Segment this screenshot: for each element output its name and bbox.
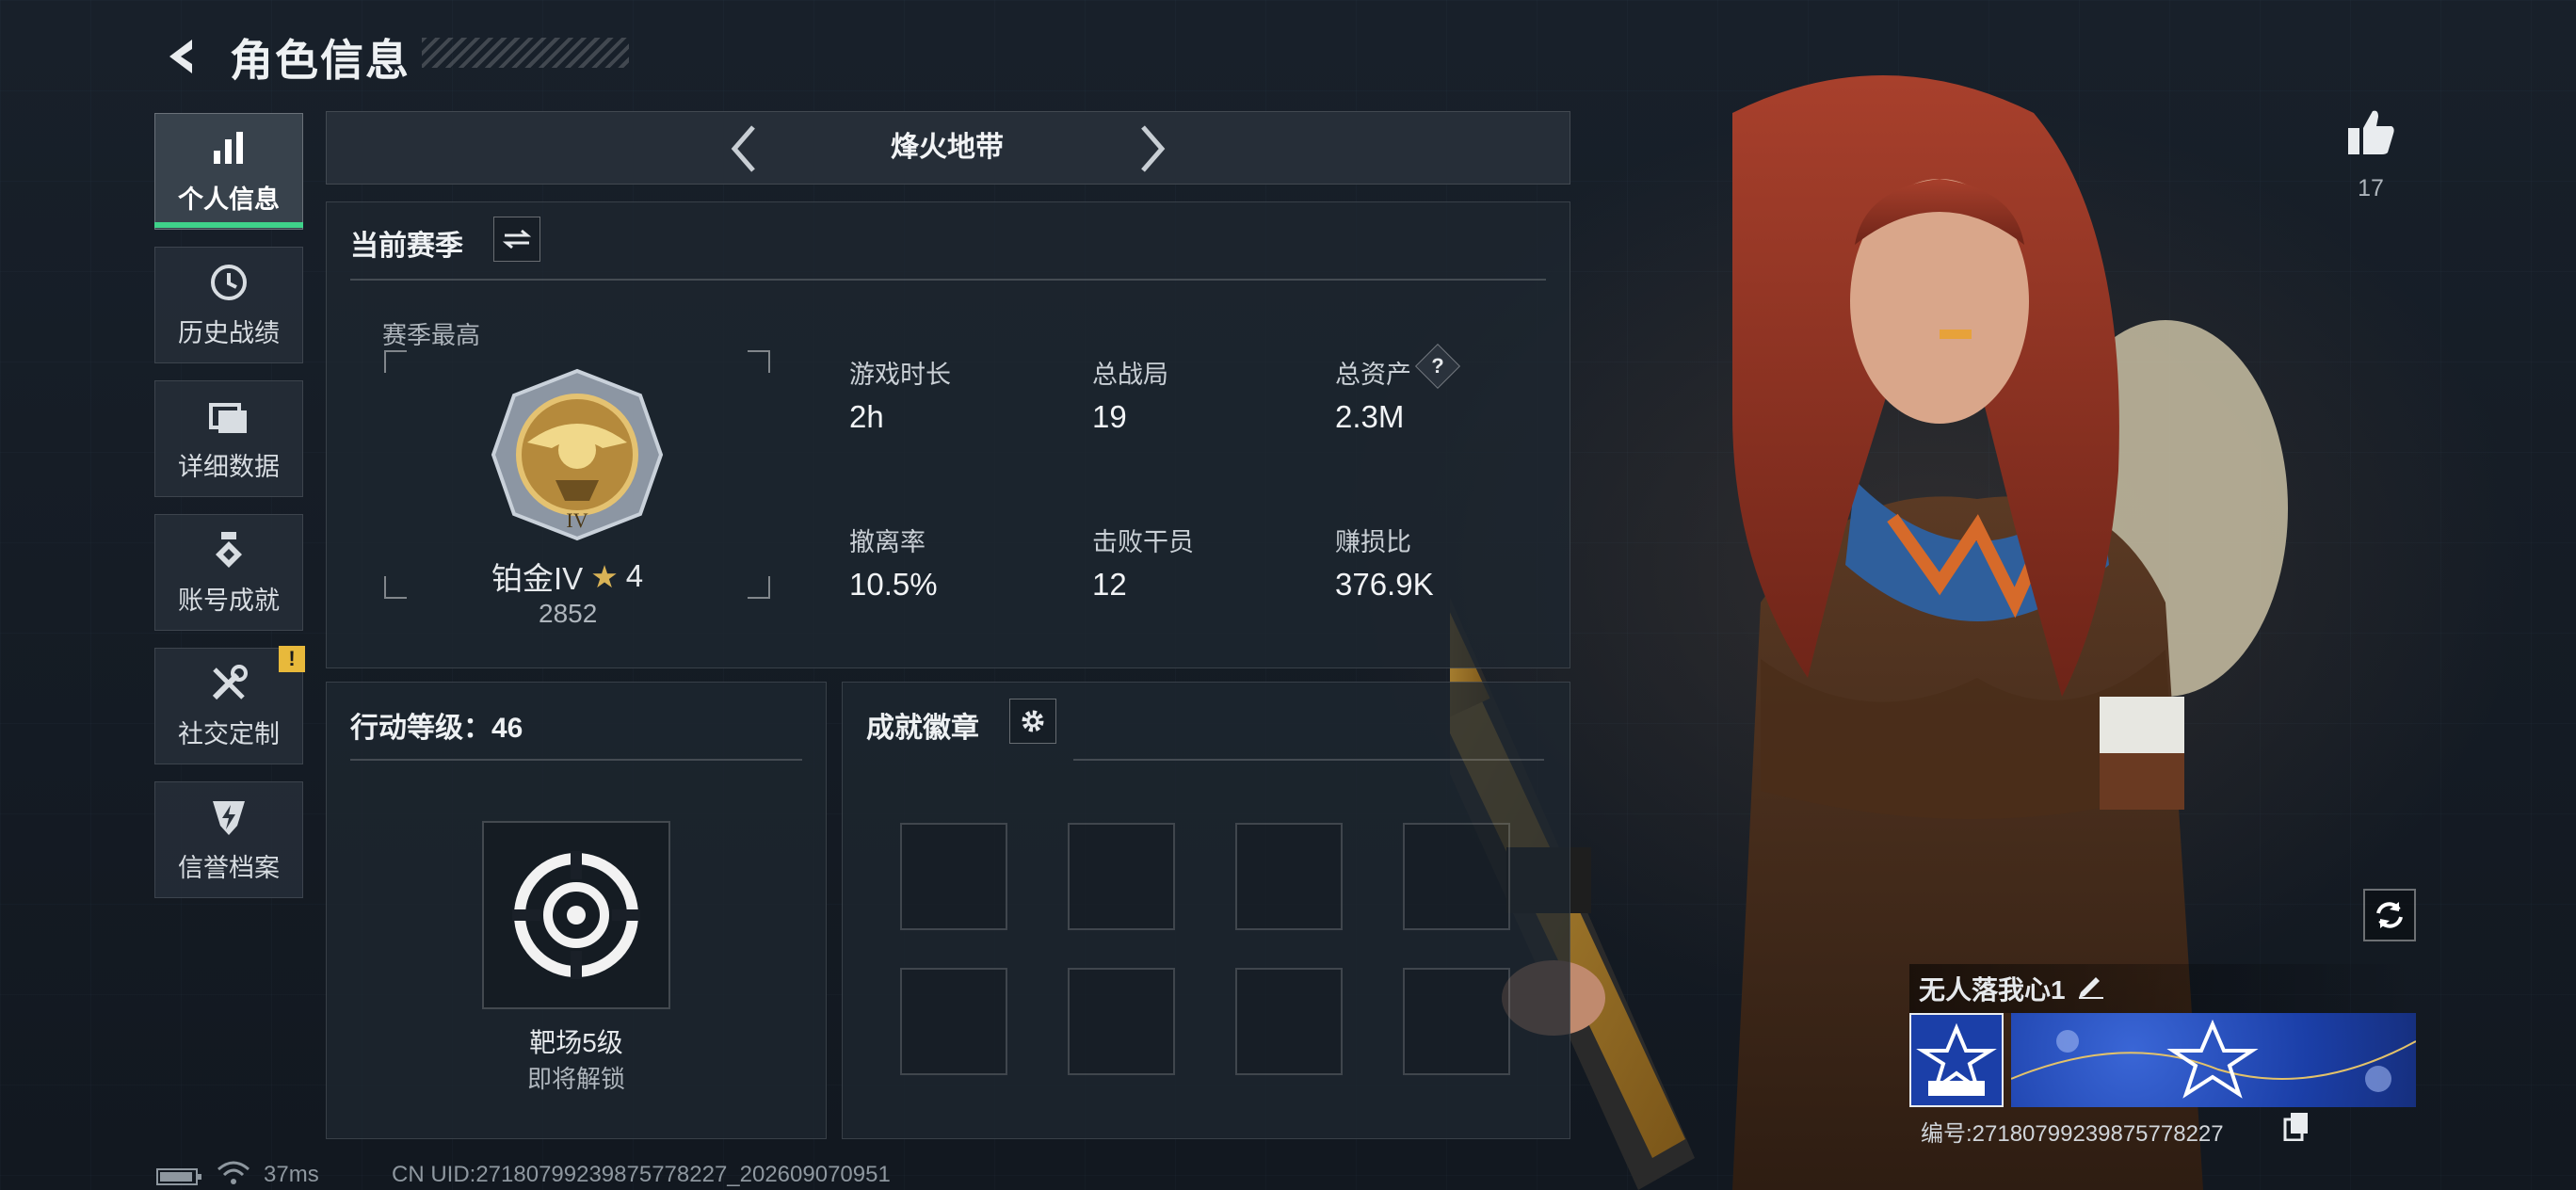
divider bbox=[350, 279, 1546, 281]
sidebar-item-label: 账号成就 bbox=[178, 586, 280, 615]
sidebar-item-label: 社交定制 bbox=[178, 719, 280, 748]
like-button[interactable] bbox=[2344, 105, 2397, 158]
medal-icon bbox=[208, 529, 250, 571]
help-icon: ? bbox=[1431, 354, 1444, 378]
target-icon bbox=[512, 851, 640, 979]
thumbs-up-icon bbox=[2348, 110, 2394, 154]
chevron-left-icon bbox=[731, 125, 755, 172]
cn-uid: CN UID:27180799239875778227_202609070951 bbox=[392, 1162, 891, 1187]
sidebar-item-detailed-data[interactable]: 详细数据 bbox=[154, 380, 303, 497]
sidebar-item-achievements[interactable]: 账号成就 bbox=[154, 514, 303, 631]
battery-icon bbox=[156, 1168, 201, 1185]
stat-value: 2h bbox=[849, 399, 884, 434]
mode-next-button[interactable] bbox=[1130, 121, 1177, 177]
shield-bolt-icon bbox=[208, 796, 250, 838]
platinum-rank-emblem: IV bbox=[491, 368, 664, 541]
badge-slot[interactable] bbox=[1068, 823, 1175, 930]
badge-slot[interactable] bbox=[900, 823, 1007, 930]
history-clock-icon bbox=[208, 262, 250, 303]
mode-prev-button[interactable] bbox=[719, 121, 766, 177]
stat-label: 游戏时长 bbox=[849, 361, 951, 389]
stat-value: 10.5% bbox=[849, 567, 938, 602]
action-level-title: 行动等级：46 bbox=[350, 713, 523, 744]
bar-chart-icon bbox=[208, 128, 250, 169]
stat-value: 12 bbox=[1092, 567, 1127, 602]
team-banner[interactable] bbox=[2010, 1013, 2417, 1107]
folder-icon bbox=[208, 395, 250, 437]
swap-icon bbox=[503, 229, 531, 249]
season-best-label: 赛季最高 bbox=[382, 321, 481, 349]
notification-badge: ! bbox=[279, 646, 305, 672]
like-count: 17 bbox=[2358, 175, 2384, 201]
rank-name: 铂金IV bbox=[491, 561, 584, 596]
divider bbox=[350, 759, 802, 761]
sidebar-item-label: 信誉档案 bbox=[178, 853, 280, 882]
divider bbox=[1073, 759, 1544, 761]
rank-points: 2852 bbox=[539, 599, 598, 628]
stat-label: 总资产 bbox=[1335, 361, 1411, 389]
svg-text:IV: IV bbox=[566, 508, 588, 532]
stat-value: 376.9K bbox=[1335, 567, 1434, 602]
pencil-icon bbox=[2079, 977, 2103, 999]
stat-label: 击败干员 bbox=[1092, 528, 1194, 556]
page-title: 角色信息 bbox=[230, 36, 411, 85]
achievement-settings-button[interactable] bbox=[1009, 699, 1056, 744]
stat-value: 19 bbox=[1092, 399, 1127, 434]
frame-corner bbox=[384, 350, 407, 373]
player-id: 编号:27180799239875778227 bbox=[1921, 1121, 2224, 1147]
sidebar-item-reputation[interactable]: 信誉档案 bbox=[154, 781, 303, 898]
stat-label: 撤离率 bbox=[849, 528, 926, 556]
refresh-icon bbox=[2376, 902, 2403, 928]
sidebar-item-history[interactable]: 历史战绩 bbox=[154, 247, 303, 363]
mode-name: 烽火地带 bbox=[891, 132, 1004, 163]
active-indicator bbox=[154, 222, 303, 228]
badge-slot[interactable] bbox=[1235, 968, 1343, 1075]
gear-icon bbox=[1022, 710, 1044, 732]
estar-banner-icon bbox=[2010, 1019, 2417, 1099]
wrench-icon bbox=[208, 663, 250, 704]
copy-id-button[interactable] bbox=[2282, 1111, 2310, 1142]
badge-slot[interactable] bbox=[1403, 968, 1510, 1075]
star-icon: ★ bbox=[590, 558, 619, 594]
estar-logo-icon bbox=[1916, 1022, 1997, 1096]
badge-slot[interactable] bbox=[1235, 823, 1343, 930]
copy-icon bbox=[2283, 1113, 2308, 1142]
sidebar-item-label: 历史战绩 bbox=[178, 318, 280, 347]
team-avatar[interactable] bbox=[1909, 1013, 2004, 1107]
shooting-range-status: 即将解锁 bbox=[526, 1065, 625, 1093]
season-switch-button[interactable] bbox=[493, 217, 540, 262]
rank-stars-count: 4 bbox=[625, 558, 644, 593]
frame-corner bbox=[748, 576, 770, 599]
title-decoration bbox=[422, 38, 629, 68]
badge-slot[interactable] bbox=[1403, 823, 1510, 930]
player-name: 无人落我心1 bbox=[1919, 975, 2066, 1005]
ping-value: 37ms bbox=[264, 1162, 319, 1187]
stat-value: 2.3M bbox=[1335, 399, 1405, 434]
chevron-right-icon bbox=[1141, 125, 1166, 172]
rotate-character-button[interactable] bbox=[2363, 889, 2416, 941]
back-button[interactable] bbox=[153, 28, 209, 85]
sidebar-item-personal-info[interactable]: 个人信息 bbox=[154, 113, 303, 230]
edit-name-button[interactable] bbox=[2075, 970, 2105, 1000]
badge-slot[interactable] bbox=[900, 968, 1007, 1075]
stat-label: 总战局 bbox=[1092, 361, 1168, 389]
sidebar-item-label: 详细数据 bbox=[178, 452, 280, 481]
wifi-icon bbox=[217, 1161, 250, 1184]
back-arrow-icon bbox=[169, 40, 192, 73]
season-title: 当前赛季 bbox=[350, 231, 463, 262]
shooting-range-name: 靶场5级 bbox=[529, 1028, 623, 1057]
sidebar-item-label: 个人信息 bbox=[178, 185, 280, 214]
rank-row: 铂金IV ★ 4 bbox=[491, 554, 643, 599]
stat-label: 赚损比 bbox=[1335, 528, 1411, 556]
frame-corner bbox=[748, 350, 770, 373]
achievement-title: 成就徽章 bbox=[866, 713, 979, 744]
frame-corner bbox=[384, 576, 407, 599]
badge-slot[interactable] bbox=[1068, 968, 1175, 1075]
